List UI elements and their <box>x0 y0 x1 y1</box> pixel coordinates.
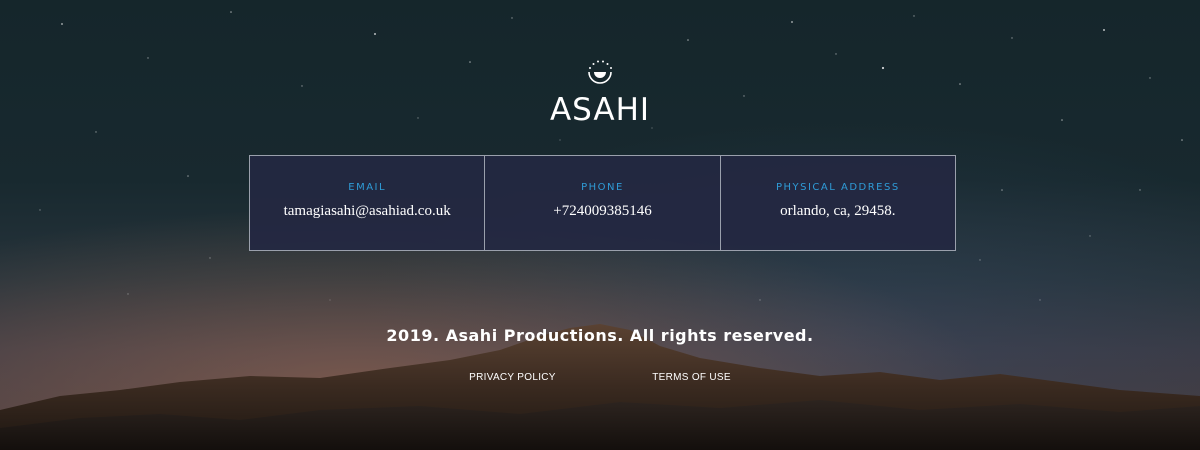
copyright-text: 2019. Asahi Productions. All rights rese… <box>386 326 814 345</box>
address-label: PHYSICAL ADDRESS <box>775 182 900 193</box>
phone-value[interactable]: +724009385146 <box>485 203 719 220</box>
phone-label: PHONE <box>581 182 624 193</box>
contact-card-address: PHYSICAL ADDRESS orlando, ca, 29458. <box>720 156 955 250</box>
contact-card-phone: PHONE +724009385146 <box>485 156 721 250</box>
contact-info-panel: EMAIL tamagiasahi@asahiad.co.uk PHONE +7… <box>249 155 956 251</box>
email-label: EMAIL <box>348 182 387 193</box>
address-value: orlando, ca, 29458. <box>780 203 896 219</box>
site-header: ASAHI <box>0 58 1200 128</box>
sun-moon-icon[interactable] <box>583 58 617 88</box>
privacy-policy-link[interactable]: PRIVACY POLICY <box>469 372 556 383</box>
footer-links: PRIVACY POLICY TERMS OF USE <box>0 367 1200 385</box>
brand-name: ASAHI <box>549 92 651 128</box>
email-value[interactable]: tamagiasahi@asahiad.co.uk <box>250 203 484 220</box>
contact-card-email: EMAIL tamagiasahi@asahiad.co.uk <box>250 156 486 250</box>
terms-of-use-link[interactable]: TERMS OF USE <box>652 372 731 383</box>
